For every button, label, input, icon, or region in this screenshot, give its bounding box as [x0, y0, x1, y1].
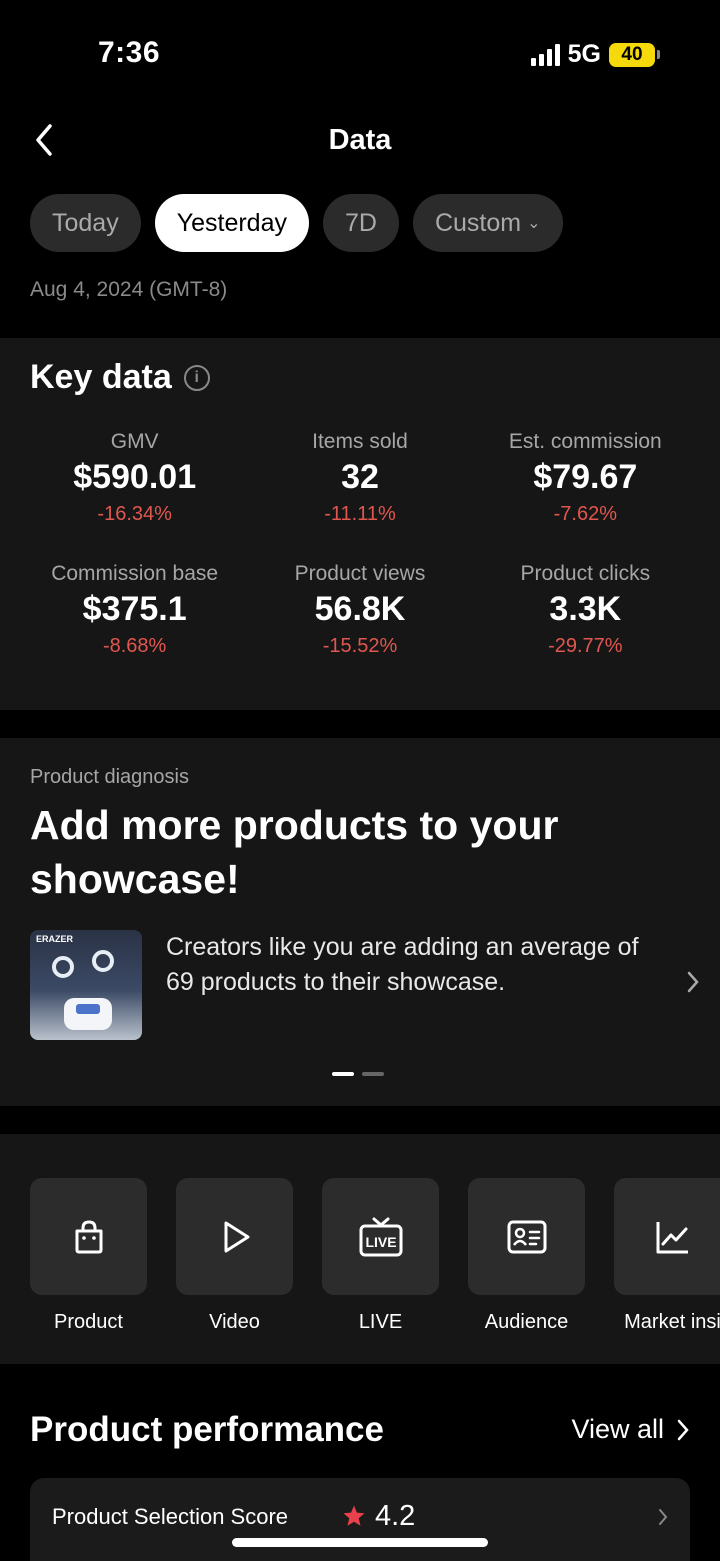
score-label: Product Selection Score — [52, 1504, 289, 1529]
tab-label: 7D — [345, 208, 377, 237]
diagnosis-title: Add more products to your showcase! — [30, 802, 559, 902]
metric-product-views[interactable]: Product views 56.8K -15.52% — [247, 562, 472, 658]
shortcut-label: Video — [209, 1311, 260, 1333]
battery-icon: 40 — [609, 42, 660, 67]
status-indicators: 5G 40 — [530, 40, 660, 69]
metric-label: Est. commission — [508, 430, 662, 453]
carousel-dots — [332, 1072, 384, 1076]
metric-label: GMV — [110, 430, 159, 453]
metric-est-commission[interactable]: Est. commission $79.67 -7.62% — [473, 430, 698, 526]
nav-bar: Data — [0, 110, 720, 170]
signal-icon — [530, 43, 560, 66]
star-icon — [343, 1505, 365, 1526]
thumbnail-brand: ERAZER — [36, 934, 74, 944]
metric-change: -15.52% — [322, 635, 398, 657]
metric-value: 56.8K — [314, 590, 406, 628]
date-range-label: Aug 4, 2024 (GMT-8) — [30, 278, 228, 301]
tab-label: Yesterday — [176, 208, 287, 237]
chevron-down-icon: ⌄ — [527, 215, 541, 232]
date-filter-tabs: Today Yesterday 7D Custom ⌄ — [30, 194, 563, 252]
metric-value: $375.1 — [82, 590, 187, 628]
product-diagnosis-card: Product diagnosis Add more products to y… — [0, 738, 720, 1106]
tab-7d[interactable]: 7D — [323, 194, 399, 252]
shortcut-label: Market insi — [624, 1311, 720, 1333]
metric-value: 3.3K — [549, 590, 622, 628]
shortcut-product[interactable]: Product — [30, 1178, 147, 1334]
product-performance-title: Product performance — [30, 1410, 384, 1449]
battery-level: 40 — [609, 42, 655, 67]
shortcut-market-insights[interactable]: Market insi — [614, 1178, 720, 1334]
tab-today[interactable]: Today — [30, 194, 141, 252]
shortcut-label: LIVE — [358, 1311, 403, 1333]
line-chart-icon — [656, 1221, 688, 1253]
metric-gmv[interactable]: GMV $590.01 -16.34% — [22, 430, 247, 526]
id-card-icon — [507, 1220, 546, 1253]
metric-label: Items sold — [312, 430, 408, 453]
tab-label: Today — [52, 208, 119, 237]
home-indicator — [232, 1538, 488, 1547]
score-value: 4.2 — [375, 1500, 416, 1532]
metric-change: -29.77% — [548, 635, 623, 657]
info-icon[interactable]: i — [183, 364, 210, 391]
product-selection-score-card[interactable]: Product Selection Score 4.2 — [30, 1478, 690, 1561]
metric-change: -8.68% — [102, 635, 167, 657]
metric-product-clicks[interactable]: Product clicks 3.3K -29.77% — [473, 562, 698, 658]
metric-items-sold[interactable]: Items sold 32 -11.11% — [247, 430, 472, 526]
key-data-title: Key data — [30, 358, 172, 396]
play-icon — [224, 1221, 249, 1252]
tab-custom[interactable]: Custom ⌄ — [412, 194, 563, 252]
shortcut-video[interactable]: Video — [176, 1178, 293, 1334]
tab-label: Custom — [434, 208, 522, 237]
key-data-section: Key data i GMV $590.01 -16.34% Items sol… — [0, 338, 720, 710]
diagnosis-label: Product diagnosis — [30, 766, 189, 788]
analytics-shortcuts: Product Video LIVE LIVE Audience Market … — [0, 1134, 720, 1364]
svg-text:LIVE: LIVE — [365, 1234, 396, 1250]
view-all-link[interactable]: View all — [571, 1414, 690, 1445]
metric-label: Commission base — [51, 562, 219, 585]
diagnosis-tip[interactable]: ERAZER Creators like you are adding an a… — [30, 930, 700, 1040]
carousel-dot-active — [332, 1072, 354, 1076]
diagnosis-text: Creators like you are adding an average … — [166, 933, 639, 996]
carousel-dot — [362, 1072, 384, 1076]
shortcut-label: Product — [54, 1311, 123, 1333]
shopping-bag-icon — [75, 1219, 102, 1253]
metric-commission-base[interactable]: Commission base $375.1 -8.68% — [22, 562, 247, 658]
metrics-grid: GMV $590.01 -16.34% Items sold 32 -11.11… — [22, 430, 698, 658]
metric-label: Product clicks — [520, 562, 651, 585]
metric-change: -11.11% — [324, 503, 396, 525]
chevron-right-icon — [687, 971, 699, 993]
metric-value: 32 — [341, 458, 379, 496]
view-all-label: View all — [571, 1414, 664, 1444]
metric-change: -16.34% — [97, 503, 172, 525]
shortcut-label: Audience — [484, 1311, 569, 1333]
chevron-right-icon — [659, 1509, 668, 1525]
metric-value: $79.67 — [533, 458, 638, 496]
metric-label: Product views — [294, 562, 426, 585]
shortcut-live[interactable]: LIVE LIVE — [322, 1178, 439, 1334]
live-tv-icon: LIVE — [359, 1217, 402, 1256]
tab-yesterday[interactable]: Yesterday — [154, 194, 309, 252]
chevron-right-icon — [677, 1419, 689, 1440]
status-bar: 7:36 5G 40 — [0, 0, 720, 100]
metric-value: $590.01 — [73, 458, 197, 496]
shortcut-audience[interactable]: Audience — [468, 1178, 585, 1334]
network-type: 5G — [567, 40, 601, 68]
metric-change: -7.62% — [553, 503, 617, 525]
page-title: Data — [328, 124, 392, 156]
status-time: 7:36 — [98, 36, 161, 69]
product-thumbnail: ERAZER — [30, 930, 142, 1040]
